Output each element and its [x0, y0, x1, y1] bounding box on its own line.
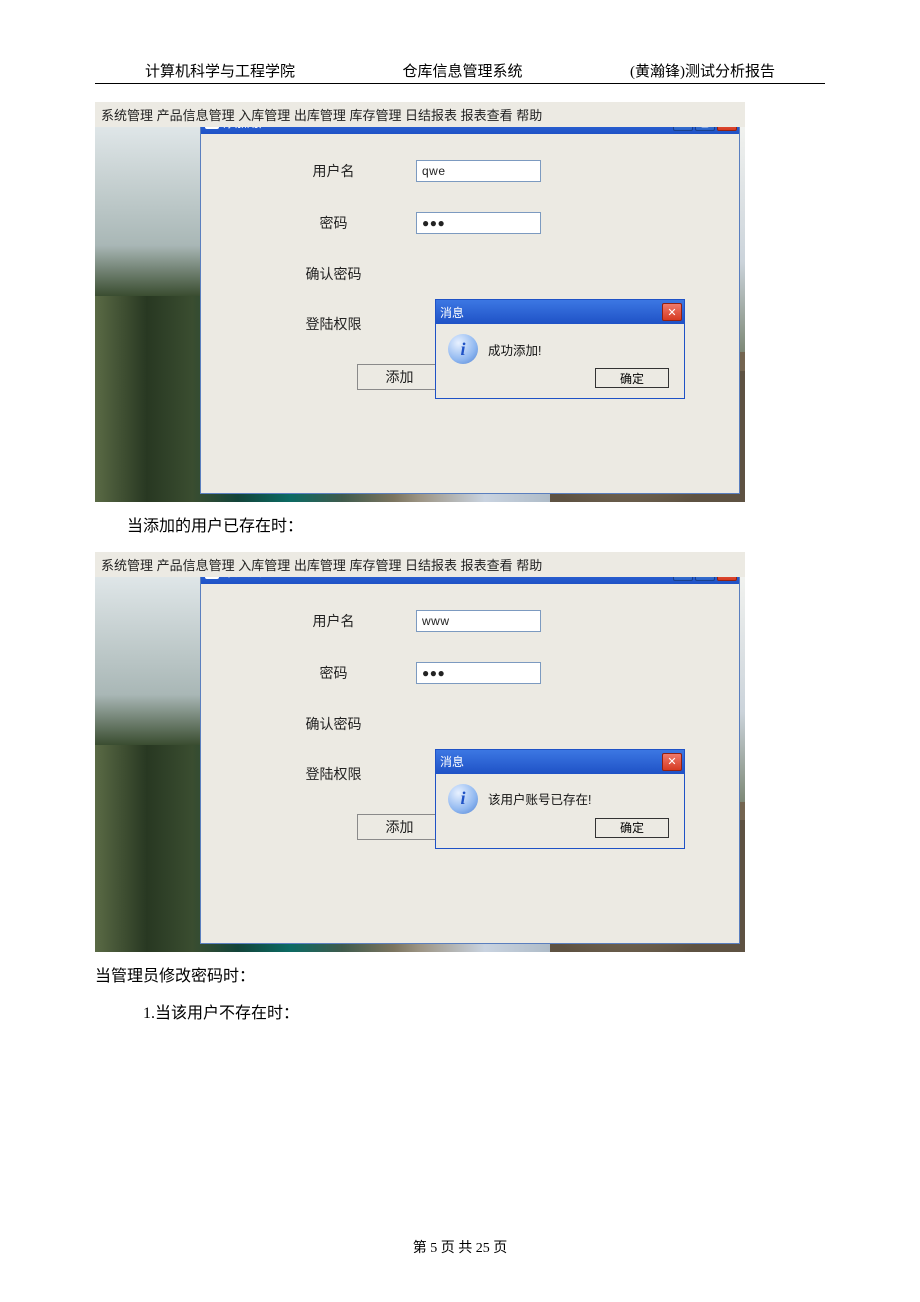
close-button[interactable]: ✕: [717, 127, 737, 131]
maximize-button[interactable]: ▢: [695, 577, 715, 581]
app-menubar: 系统管理 产品信息管理 入库管理 出库管理 库存管理 日结报表 报表查看 帮助: [95, 552, 745, 577]
username-label: 用户名: [251, 611, 416, 631]
info-icon: i: [448, 334, 478, 364]
message-title: 消息: [440, 304, 662, 321]
message-dialog: 消息 ✕ i 成功添加! 确定: [435, 299, 685, 399]
add-button[interactable]: 添加: [357, 364, 443, 390]
message-ok-button[interactable]: 确定: [595, 368, 669, 388]
minimize-button[interactable]: ━: [673, 127, 693, 131]
page-footer: 第 5 页 共 25 页: [0, 1237, 920, 1257]
dialog-title: 添加用户: [223, 127, 673, 131]
header-center: 仓库信息管理系统: [403, 60, 523, 81]
close-button[interactable]: ✕: [717, 577, 737, 581]
java-icon: [205, 127, 219, 129]
dialog-titlebar: 添加用户 ━ ▢ ✕: [201, 577, 739, 584]
message-close-button[interactable]: ✕: [662, 303, 682, 321]
confirm-password-label: 确认密码: [251, 264, 416, 284]
header-left: 计算机科学与工程学院: [145, 60, 295, 81]
message-title: 消息: [440, 753, 662, 770]
message-close-button[interactable]: ✕: [662, 753, 682, 771]
desktop-background: 添加用户 ━ ▢ ✕ 用户名 qwe 密码 ●●●: [95, 127, 745, 502]
confirm-password-label: 确认密码: [251, 714, 416, 734]
paragraph-admin-change-pw: 当管理员修改密码时：: [95, 964, 825, 990]
password-label: 密码: [251, 663, 416, 683]
message-text: 该用户账号已存在!: [488, 789, 591, 808]
page-header: 计算机科学与工程学院 仓库信息管理系统 (黄瀚锋)测试分析报告: [95, 60, 825, 84]
paragraph-user-exists: 当添加的用户已存在时：: [95, 514, 825, 540]
password-input[interactable]: ●●●: [416, 662, 541, 684]
message-dialog: 消息 ✕ i 该用户账号已存在! 确定: [435, 749, 685, 849]
message-titlebar: 消息 ✕: [436, 300, 684, 324]
permission-label: 登陆权限: [251, 314, 416, 334]
permission-label: 登陆权限: [251, 764, 416, 784]
add-button[interactable]: 添加: [357, 814, 443, 840]
message-titlebar: 消息 ✕: [436, 750, 684, 774]
screenshot-1: 系统管理 产品信息管理 入库管理 出库管理 库存管理 日结报表 报表查看 帮助 …: [95, 102, 745, 502]
username-input[interactable]: www: [416, 610, 541, 632]
dialog-title: 添加用户: [223, 577, 673, 581]
message-ok-button[interactable]: 确定: [595, 818, 669, 838]
username-input[interactable]: qwe: [416, 160, 541, 182]
dialog-titlebar: 添加用户 ━ ▢ ✕: [201, 127, 739, 134]
header-right: (黄瀚锋)测试分析报告: [630, 60, 775, 81]
paragraph-user-not-exist: 1.当该用户不存在时：: [95, 1001, 825, 1027]
minimize-button[interactable]: ━: [673, 577, 693, 581]
app-menubar: 系统管理 产品信息管理 入库管理 出库管理 库存管理 日结报表 报表查看 帮助: [95, 102, 745, 127]
info-icon: i: [448, 784, 478, 814]
username-label: 用户名: [251, 161, 416, 181]
password-label: 密码: [251, 213, 416, 233]
screenshot-2: 系统管理 产品信息管理 入库管理 出库管理 库存管理 日结报表 报表查看 帮助 …: [95, 552, 745, 952]
message-text: 成功添加!: [488, 340, 541, 359]
desktop-background: 添加用户 ━ ▢ ✕ 用户名 www 密码 ●●●: [95, 577, 745, 952]
password-input[interactable]: ●●●: [416, 212, 541, 234]
java-icon: [205, 577, 219, 579]
maximize-button[interactable]: ▢: [695, 127, 715, 131]
